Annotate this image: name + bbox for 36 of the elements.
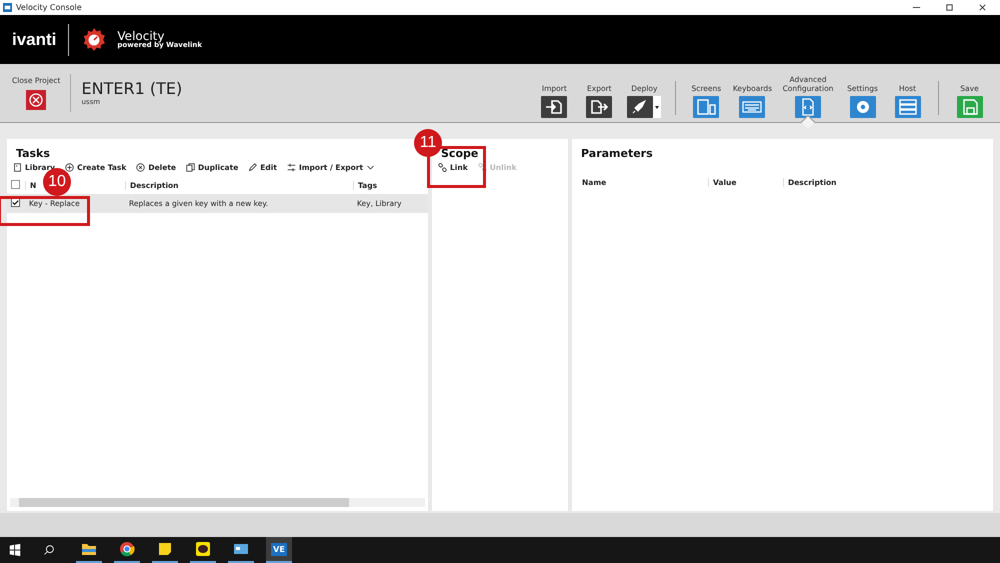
- link-icon: [478, 163, 487, 172]
- toolbar-button[interactable]: [541, 96, 568, 118]
- toolbar-button[interactable]: [586, 96, 612, 118]
- header-checkbox[interactable]: [11, 180, 20, 188]
- chat-icon: [195, 541, 211, 557]
- company-logo: ivanti: [12, 30, 56, 50]
- sliders-icon: [286, 163, 296, 172]
- search-icon[interactable]: [42, 543, 56, 557]
- horizontal-scrollbar[interactable]: [10, 498, 425, 507]
- panel-title: Tasks: [16, 147, 50, 160]
- app-label: VE: [271, 542, 287, 556]
- start-icon[interactable]: [8, 543, 22, 557]
- close-icon[interactable]: [978, 3, 987, 12]
- toolbar-button[interactable]: [627, 96, 654, 118]
- delete-icon: [136, 163, 146, 172]
- maximize-icon[interactable]: [945, 3, 954, 12]
- window-icon: [233, 541, 249, 557]
- pencil-icon: [248, 163, 258, 172]
- gear-logo-icon: [81, 26, 108, 52]
- dropdown-caret-icon[interactable]: [653, 96, 662, 118]
- browser-icon: [119, 541, 135, 557]
- link-icon: [438, 163, 447, 172]
- copy-icon: [186, 163, 196, 172]
- panel-title: Parameters: [581, 147, 653, 160]
- plus-circle-icon: [65, 163, 74, 172]
- taskbar-app[interactable]: VE: [266, 537, 292, 563]
- window-title: Velocity Console: [16, 3, 82, 12]
- book-icon: [13, 163, 22, 172]
- close-project-button[interactable]: [26, 90, 46, 110]
- project-name: ENTER1 (TE): [81, 79, 182, 98]
- product-name: Velocity: [117, 30, 166, 42]
- panel-title: Scope: [441, 147, 478, 160]
- callout-number: 11: [414, 129, 442, 157]
- app-icon: [3, 3, 12, 12]
- folder-icon: [81, 541, 97, 557]
- sticky-note-icon: [157, 541, 173, 557]
